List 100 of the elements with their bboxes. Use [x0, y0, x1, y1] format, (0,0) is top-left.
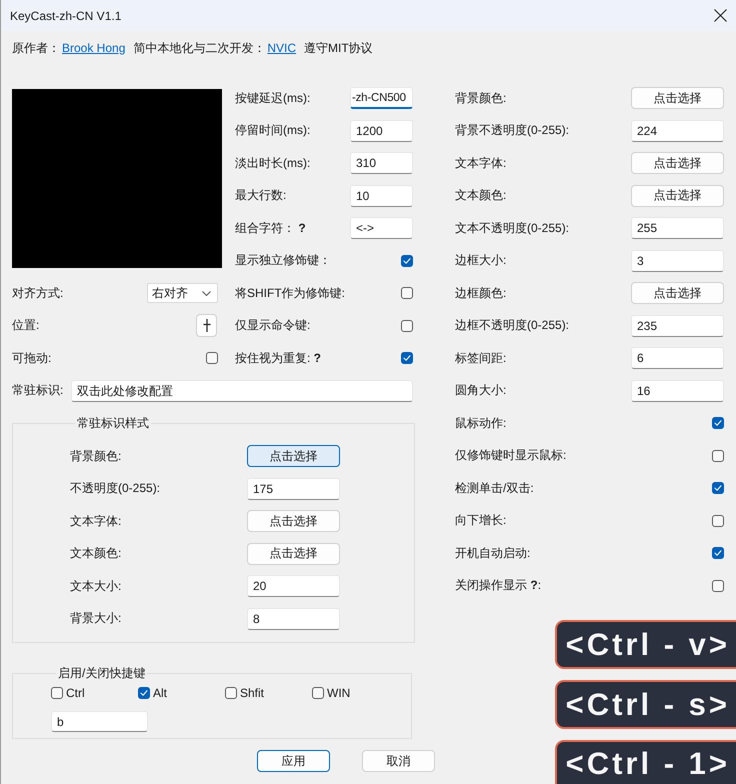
text-field[interactable]: 224: [631, 120, 724, 142]
setting-label: 关闭操作显示 ?:: [455, 578, 542, 594]
setting-label: 不透明度(0-255):: [70, 481, 162, 496]
keystroke-bubble: <Ctrl - v>: [554, 620, 736, 669]
checkbox-label: Shfit: [240, 686, 264, 700]
setting-label: 显示独立修饰键：: [235, 253, 331, 268]
setting-label: 检测单击/双击:: [455, 480, 534, 496]
credit-text: 简中本地化与二次开发：: [133, 40, 266, 56]
setting-label: 按住视为重复: ?: [235, 350, 322, 366]
choose-button[interactable]: 点击选择: [631, 282, 724, 304]
checkbox[interactable]: [712, 482, 724, 494]
setting-label: 组合字符： ?: [235, 220, 306, 236]
setting-label: 向下增长:: [455, 513, 506, 528]
check-icon: [714, 420, 722, 426]
setting-label: 最大行数:: [235, 188, 286, 204]
checkbox[interactable]: [401, 287, 413, 300]
credit-text: 原作者：: [12, 40, 60, 56]
choose-button[interactable]: 点击选择: [631, 87, 724, 110]
picker-button[interactable]: [196, 314, 217, 338]
checkbox[interactable]: [51, 687, 63, 699]
checkbox-label: Alt: [153, 686, 168, 700]
setting-label: 仅修饰键时显示鼠标:: [455, 448, 566, 464]
check-icon: [714, 550, 722, 556]
group-title: 启用/关闭快捷键: [57, 666, 146, 680]
setting-label: 常驻标识:: [12, 383, 64, 398]
choose-button[interactable]: 点击选择: [631, 152, 724, 174]
setting-label: 位置:: [12, 318, 40, 334]
setting-label: 可拖动:: [12, 350, 52, 366]
dialog-button[interactable]: 应用: [257, 750, 330, 772]
checkbox[interactable]: [712, 514, 724, 527]
check-icon: [714, 485, 722, 492]
checkbox[interactable]: [401, 254, 413, 267]
setting-label: 文本大小:: [70, 578, 122, 594]
text-field[interactable]: 175: [247, 478, 340, 500]
setting-label: 圆角大小:: [455, 383, 506, 398]
text-field[interactable]: 16: [631, 380, 724, 402]
setting-label: 边框颜色:: [455, 286, 506, 301]
text-field[interactable]: 6: [631, 347, 724, 370]
choose-button[interactable]: 点击选择: [247, 510, 340, 532]
text-field[interactable]: 8: [247, 608, 340, 630]
text-field[interactable]: -zh-CN500: [350, 87, 413, 110]
text-field[interactable]: 255: [631, 217, 724, 240]
setting-label: 标签间距:: [455, 350, 506, 366]
dialog-button[interactable]: 取消: [362, 750, 435, 772]
checkbox[interactable]: [225, 687, 237, 699]
checkbox[interactable]: [312, 687, 324, 699]
checkbox-label: WIN: [327, 686, 350, 700]
choose-button[interactable]: 点击选择: [631, 184, 724, 207]
keystroke-bubble: <Ctrl - 1>: [554, 740, 736, 784]
text-field[interactable]: 10: [350, 184, 413, 207]
close-icon: [714, 9, 727, 22]
checkbox[interactable]: [712, 547, 724, 560]
setting-label: 开机自动启动:: [455, 546, 530, 561]
credit-link[interactable]: NVIC: [267, 40, 296, 56]
check-icon: [140, 690, 148, 696]
group-title: 常驻标识样式: [76, 416, 150, 430]
checkbox[interactable]: [712, 417, 724, 430]
checkbox-label: Ctrl: [66, 686, 85, 700]
setting-label: 背景颜色:: [70, 448, 122, 464]
setting-label: 淡出时长(ms):: [235, 156, 310, 171]
setting-label: 背景不透明度(0-255):: [455, 123, 570, 138]
setting-label: 对齐方式:: [12, 286, 64, 301]
select-dropdown[interactable]: 右对齐: [147, 283, 218, 304]
setting-label: 停留时间(ms):: [235, 123, 310, 138]
checkbox[interactable]: [712, 450, 724, 462]
setting-label: 背景大小:: [70, 611, 122, 626]
setting-label: 文本颜色:: [455, 188, 506, 204]
window-title: KeyCast-zh-CN V1.1: [10, 8, 122, 24]
text-field[interactable]: 310: [350, 152, 413, 174]
setting-label: 文本字体:: [455, 156, 506, 171]
setting-label: 背景颜色:: [455, 90, 506, 106]
check-icon: [403, 258, 411, 264]
checkbox[interactable]: [401, 352, 413, 364]
close-button[interactable]: [714, 9, 727, 22]
text-field[interactable]: <->: [350, 217, 413, 240]
credit-text: 遵守MIT协议: [304, 40, 373, 56]
setting-label: 文本颜色:: [70, 546, 122, 562]
plus-icon: [202, 319, 210, 332]
checkbox[interactable]: [138, 687, 150, 699]
text-field[interactable]: 20: [247, 575, 340, 598]
hotkey-field[interactable]: b: [51, 711, 148, 732]
check-icon: [403, 355, 411, 362]
setting-label: 边框大小:: [455, 253, 506, 268]
checkbox[interactable]: [401, 320, 413, 332]
setting-label: 文本不透明度(0-255):: [455, 220, 570, 236]
chevron-down-icon: [202, 290, 211, 296]
setting-label: 文本字体:: [70, 514, 122, 529]
text-field[interactable]: 1200: [350, 120, 413, 142]
choose-button[interactable]: 点击选择: [247, 445, 340, 468]
setting-label: 按键延迟(ms):: [235, 90, 310, 106]
checkbox[interactable]: [206, 352, 218, 364]
checkbox[interactable]: [712, 580, 724, 592]
setting-label: 边框不透明度(0-255):: [455, 318, 570, 334]
setting-label: 仅显示命令键:: [235, 318, 310, 334]
text-field[interactable]: 双击此处修改配置: [71, 380, 413, 402]
keystroke-bubble: <Ctrl - s>: [554, 680, 736, 729]
text-field[interactable]: 3: [631, 250, 724, 272]
choose-button[interactable]: 点击选择: [247, 542, 340, 565]
credit-link[interactable]: Brook Hong: [62, 40, 126, 56]
text-field[interactable]: 235: [631, 314, 724, 337]
